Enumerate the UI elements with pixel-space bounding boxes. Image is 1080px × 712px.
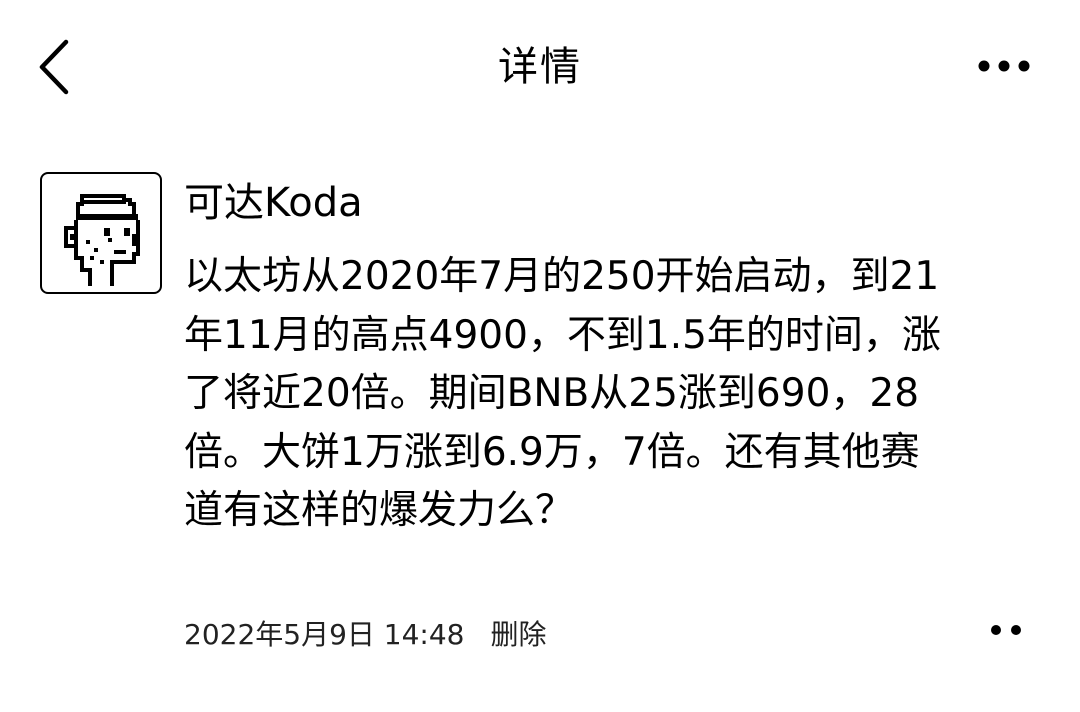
post-text-line: 年11月的高点4900，不到1.5年的时间，涨 <box>184 312 941 358</box>
post-timestamp: 2022年5月9日 14:48 <box>184 618 465 651</box>
author-name[interactable]: 可达Koda <box>184 176 363 230</box>
page-title: 详情 <box>498 44 582 90</box>
post-text-line: 以太坊从2020年7月的250开始启动，到21 <box>184 254 940 299</box>
pixel-avatar-cap-icon <box>64 194 140 286</box>
detail-page: 详情 可达Koda 以太坊从2020年7月的250开始启动，到21 年11月的高… <box>0 0 1080 712</box>
top-bar: 详情 <box>0 0 1080 130</box>
more-dots-icon <box>991 625 1021 635</box>
more-options-button[interactable] <box>972 46 1036 86</box>
avatar[interactable] <box>40 172 162 294</box>
post-options-button[interactable] <box>984 616 1028 644</box>
post-text-line: 了将近20倍。期间BNB从25涨到690，28 <box>184 371 920 416</box>
delete-button[interactable]: 删除 <box>490 618 546 651</box>
post-meta: 2022年5月9日 14:48 删除 <box>184 615 547 655</box>
more-horizontal-icon <box>978 60 1030 72</box>
post-content: 以太坊从2020年7月的250开始启动，到21 年11月的高点4900，不到1.… <box>184 248 1054 541</box>
post-text-line: 道有这样的爆发力么？ <box>184 488 575 533</box>
post-text-line: 倍。大饼1万涨到6.9万，7倍。还有其他赛 <box>184 429 920 475</box>
